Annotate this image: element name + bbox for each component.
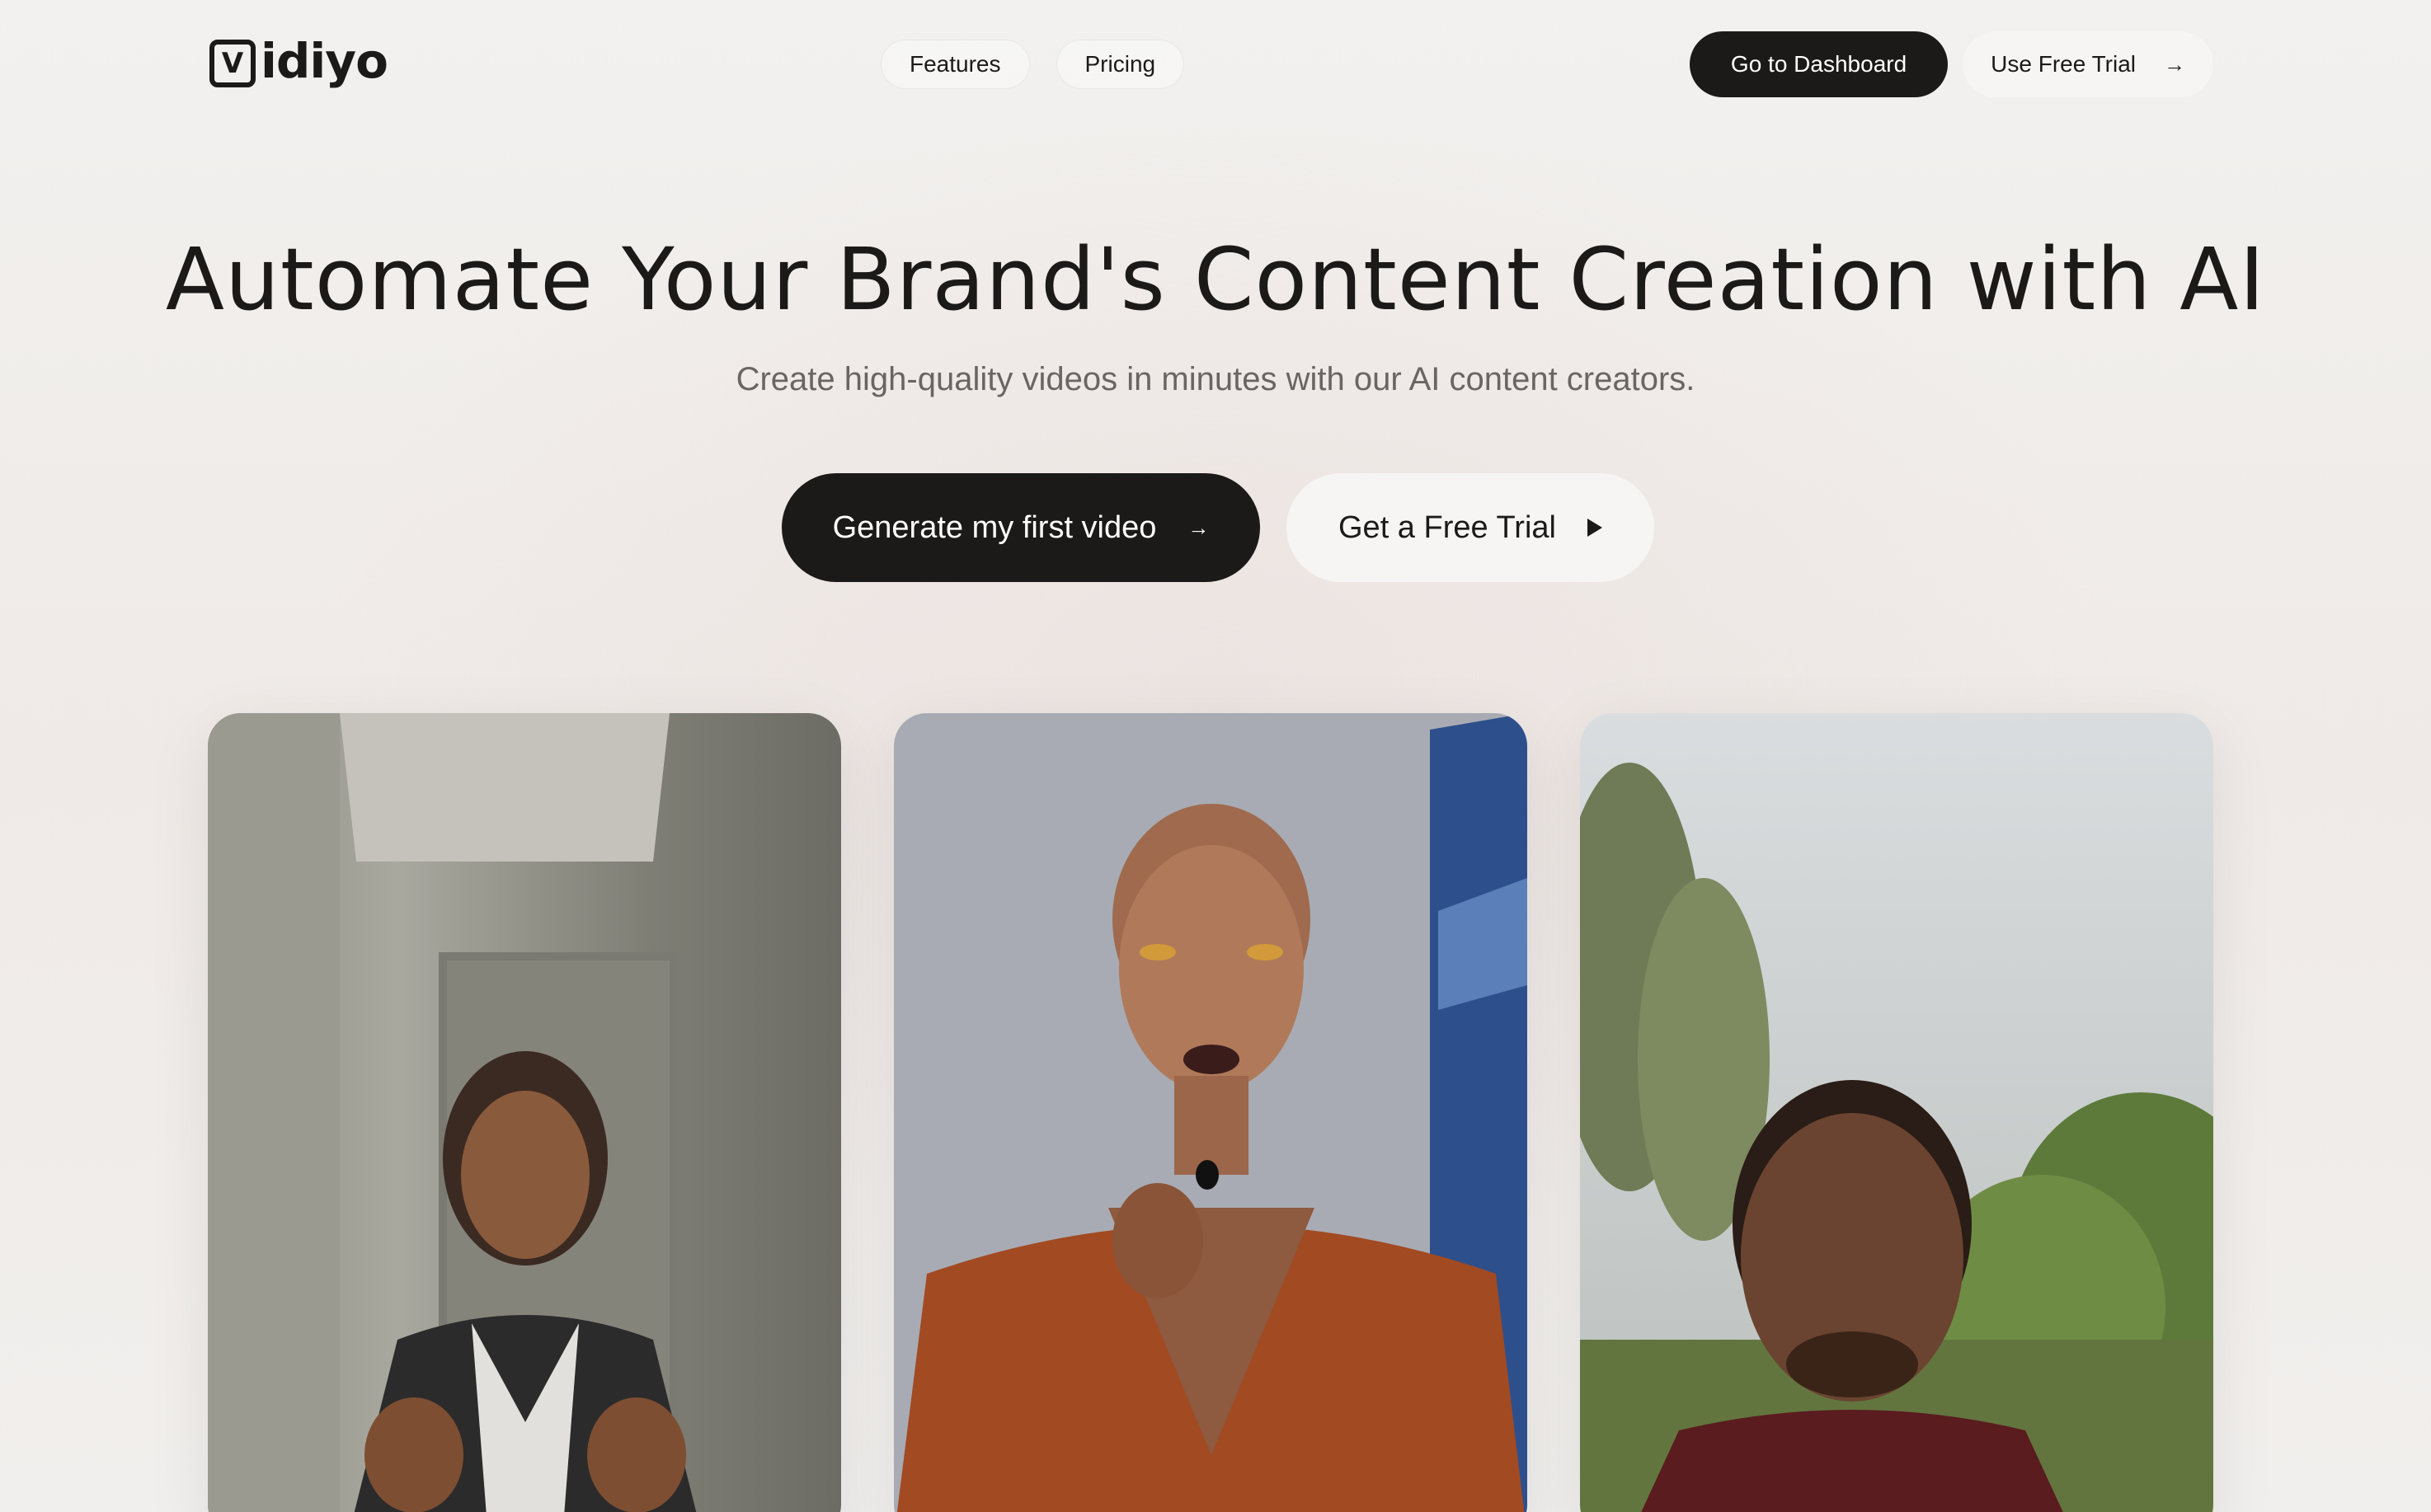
hero-subtitle: Create high-quality videos in minutes wi…	[736, 361, 1695, 397]
creator-video-card-2[interactable]	[894, 713, 1527, 1512]
use-free-trial-button[interactable]: Use Free Trial →	[1963, 31, 2213, 97]
header-actions: Go to Dashboard Use Free Trial →	[1689, 31, 2213, 97]
creator-video-thumbnail-3	[1580, 713, 2213, 1512]
creator-video-card-1[interactable]	[208, 713, 841, 1512]
creator-video-card-3[interactable]	[1580, 713, 2213, 1512]
creator-video-thumbnail-1	[208, 713, 841, 1512]
arrow-right-icon: →	[2164, 51, 2185, 77]
generate-button-label: Generate my first video	[832, 509, 1157, 545]
trial-button-label: Use Free Trial	[1991, 51, 2136, 77]
cta-row: Generate my first video → Get a Free Tri…	[0, 473, 2431, 582]
nav-features[interactable]: Features	[881, 40, 1030, 89]
play-icon	[1587, 519, 1602, 537]
dashboard-button-label: Go to Dashboard	[1730, 51, 1907, 77]
logo-text: idiyo	[261, 33, 388, 89]
nav-pricing[interactable]: Pricing	[1056, 40, 1185, 89]
arrow-right-icon: →	[1187, 514, 1210, 540]
creator-video-thumbnail-2	[894, 713, 1527, 1512]
main-nav: Features Pricing	[881, 40, 1185, 89]
go-to-dashboard-button[interactable]: Go to Dashboard	[1689, 31, 1949, 97]
hero-title: Automate Your Brand's Content Creation w…	[165, 229, 2266, 330]
vidiyo-logo[interactable]: V idiyo	[209, 33, 388, 89]
logo-mark: V	[209, 40, 256, 87]
free-trial-button-label: Get a Free Trial	[1338, 509, 1556, 545]
get-free-trial-button[interactable]: Get a Free Trial	[1286, 473, 1654, 582]
generate-first-video-button[interactable]: Generate my first video →	[782, 473, 1260, 582]
